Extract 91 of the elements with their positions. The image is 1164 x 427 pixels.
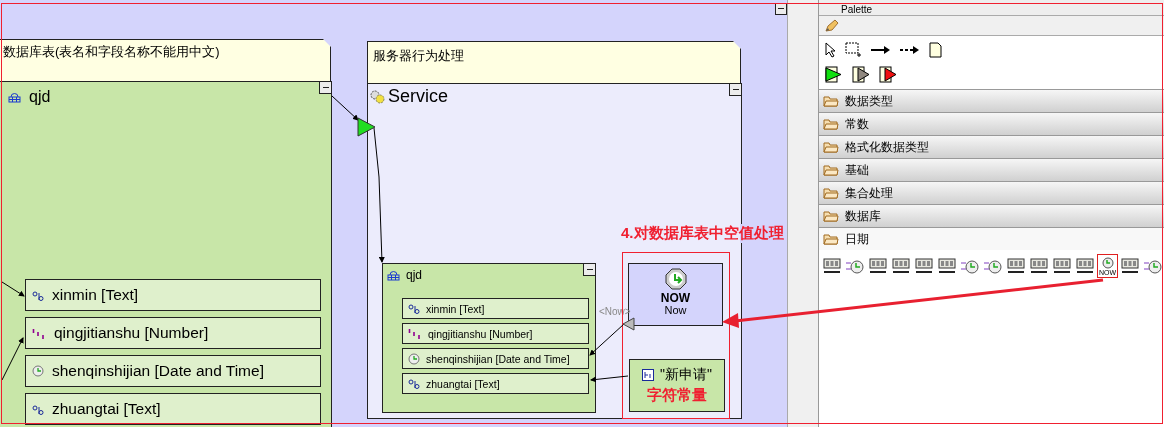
collapse-button[interactable] xyxy=(729,83,742,96)
marquee-icon[interactable] xyxy=(845,42,862,58)
table-field[interactable]: qingjitianshu [Number] xyxy=(402,323,589,344)
table-name: qjd xyxy=(406,268,422,282)
table-field[interactable]: xinmin [Text] xyxy=(402,298,589,319)
folder-icon xyxy=(823,210,839,222)
comment-note[interactable]: 服务器行为处理 xyxy=(367,41,741,84)
table-node[interactable]: qjd xinmin [Text] qingjitianshu [Number] shenqinshijian [Date and Time] zhuangtai [Text] xyxy=(0,81,332,427)
drawer-label: 数据库 xyxy=(845,207,881,225)
calendar-tool-icon xyxy=(914,257,934,275)
step-icon[interactable] xyxy=(852,66,870,83)
table-name: qjd xyxy=(29,88,51,106)
connector-line[interactable] xyxy=(1,337,24,381)
connector-line[interactable] xyxy=(589,323,625,356)
folder-icon xyxy=(823,233,839,245)
constant-node[interactable]: "新申请" 字符常量 xyxy=(629,359,725,412)
pencil-icon[interactable] xyxy=(823,17,839,34)
folder-icon xyxy=(823,118,839,130)
calendar-tool-icon xyxy=(1006,257,1026,275)
table-field[interactable]: shenqinshijian [Date and Time] xyxy=(402,348,589,369)
connector-line[interactable] xyxy=(1,281,25,297)
calendar-tool-icon xyxy=(1052,257,1072,275)
clock-icon xyxy=(664,268,687,290)
palette-drawer[interactable]: 常数 xyxy=(819,112,1164,135)
folder-icon xyxy=(823,187,839,199)
database-table-icon xyxy=(387,269,400,281)
end-icon[interactable] xyxy=(879,66,897,83)
clock-tool-icon xyxy=(845,257,865,275)
folder-icon xyxy=(823,141,839,153)
input-port-icon[interactable] xyxy=(357,117,376,137)
palette-drawer[interactable]: 基础 xyxy=(819,158,1164,181)
table-field[interactable]: xinmin [Text] xyxy=(25,279,321,311)
calendar-tool-icon xyxy=(937,257,957,275)
palette-drawer[interactable]: 日期 xyxy=(819,227,1164,250)
clock-tool-icon xyxy=(960,257,980,275)
palette-drawer[interactable]: 集合处理 xyxy=(819,181,1164,204)
table-field[interactable]: zhuangtai [Text] xyxy=(402,373,589,394)
drawer-label: 集合处理 xyxy=(845,184,893,202)
drawer-label: 数据类型 xyxy=(845,92,893,110)
clock-icon xyxy=(408,352,420,365)
clock-tool-icon xyxy=(983,257,1003,275)
collapse-button[interactable] xyxy=(583,263,596,276)
service-title: Service xyxy=(388,86,449,107)
comment-note[interactable]: 数据库表(表名和字段名称不能用中文) xyxy=(0,39,331,82)
table-node[interactable]: qjd xinmin [Text] qingjitianshu [Number] shenqinshijian [Date and Time] zhuangtai [Text] xyxy=(382,263,596,413)
text-type-icon xyxy=(32,289,44,301)
calendar-tool-icon xyxy=(822,257,842,275)
palette-drawer[interactable]: 数据类型 xyxy=(819,89,1164,112)
drawer-label: 格式化数据类型 xyxy=(845,138,929,156)
start-icon[interactable] xyxy=(825,66,843,83)
clock-tool-icon xyxy=(1100,256,1115,269)
calendar-tool-icon xyxy=(1029,257,1049,275)
drawer-label: 日期 xyxy=(845,230,869,248)
drawer-label: 基础 xyxy=(845,161,869,179)
table-field[interactable]: shenqinshijian [Date and Time] xyxy=(25,355,321,387)
output-port-icon[interactable] xyxy=(622,317,635,331)
gears-icon xyxy=(369,89,386,104)
number-type-icon xyxy=(32,327,46,339)
calendar-tool-icon xyxy=(891,257,911,275)
clock-tool-icon xyxy=(1143,257,1163,275)
pointer-icon[interactable] xyxy=(825,42,836,58)
node-subtitle: Now xyxy=(664,304,687,316)
connector-line[interactable] xyxy=(590,375,629,383)
dotted-arrow-icon[interactable] xyxy=(900,45,920,55)
connector-line[interactable] xyxy=(331,95,359,121)
calendar-tool-icon xyxy=(868,257,888,275)
number-type-icon xyxy=(408,328,422,339)
text-type-icon xyxy=(408,378,420,389)
palette-drawer[interactable]: 格式化数据类型 xyxy=(819,135,1164,158)
calendar-tool-icon xyxy=(1120,257,1140,275)
folder-icon xyxy=(823,95,839,107)
table-field[interactable]: qingjitianshu [Number] xyxy=(25,317,321,349)
note-icon[interactable] xyxy=(929,42,942,58)
database-table-icon xyxy=(8,91,21,103)
palette-drawer[interactable]: 数据库 xyxy=(819,204,1164,227)
collapse-button[interactable] xyxy=(319,81,332,94)
text-constant-icon xyxy=(642,369,654,381)
text-type-icon xyxy=(408,303,420,314)
constant-value: "新申请" xyxy=(660,366,712,384)
arrow-icon[interactable] xyxy=(871,45,891,55)
annotation-label: 字符常量 xyxy=(647,386,707,405)
text-type-icon xyxy=(32,403,44,415)
node-title: NOW xyxy=(660,292,691,304)
clock-icon xyxy=(32,365,44,377)
drawer-label: 常数 xyxy=(845,115,869,133)
annotation-label: 4.对数据库表中空值处理 xyxy=(620,224,785,243)
table-field[interactable]: zhuangtai [Text] xyxy=(25,393,321,425)
folder-icon xyxy=(823,164,839,176)
connector-line[interactable] xyxy=(373,127,385,263)
calendar-tool-icon xyxy=(1075,257,1095,275)
palette-title: Palette xyxy=(840,3,874,15)
